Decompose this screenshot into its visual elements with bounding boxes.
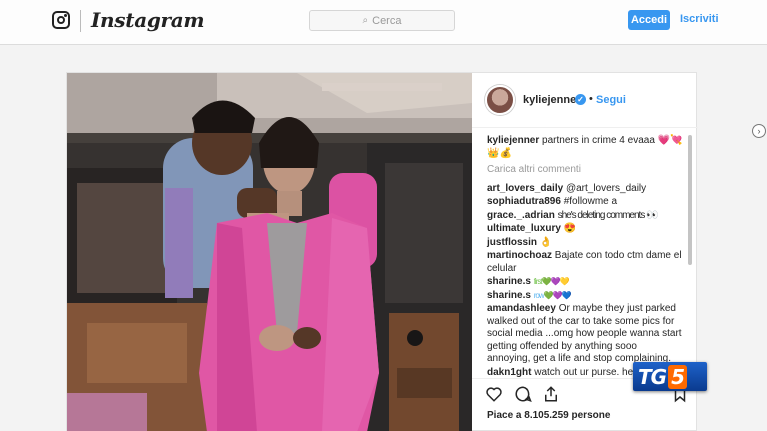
post-header: kyliejenner ✓ • Segui	[472, 73, 698, 128]
comments-scrollbar[interactable]	[687, 130, 693, 340]
comment-username[interactable]: grace._.adrian	[487, 210, 555, 221]
comment-text: 😍	[563, 223, 577, 234]
comment-item: amandashleey Or maybe they just parked w…	[487, 303, 683, 366]
chevron-right-icon[interactable]: ›	[752, 124, 766, 138]
verified-badge-icon: ✓	[575, 94, 586, 105]
comment-username[interactable]: ultimate_luxury	[487, 223, 561, 234]
post-card: kyliejenner ✓ • Segui kyliejenner partne…	[66, 72, 698, 431]
comment-item: ultimate_luxury 😍	[487, 223, 683, 236]
browser-viewport: Instagram ⌕ Cerca Accedi Iscriviti kylie…	[0, 0, 767, 431]
load-more-comments-link[interactable]: Carica altri commenti	[487, 164, 683, 177]
signup-link[interactable]: Iscriviti	[680, 13, 719, 25]
comment-text: @art_lovers_daily	[565, 182, 647, 194]
tg5-broadcast-logo: TG 5	[633, 362, 707, 391]
post-photo-illustration	[67, 73, 472, 431]
comments-list: kyliejenner partners in crime 4 evaaa 💗💘…	[487, 135, 683, 380]
comment-username[interactable]: martinochoaz	[487, 250, 552, 261]
comment-item: art_lovers_daily @art_lovers_daily	[487, 183, 683, 196]
comment-text: row💚💜💙	[533, 290, 572, 300]
logo-divider	[80, 10, 81, 32]
follow-button[interactable]: Segui	[596, 94, 626, 106]
search-icon: ⌕	[362, 14, 369, 26]
comment-username[interactable]: sharine.s	[487, 276, 531, 287]
comment-item: sharine.s first💚💜💛	[487, 276, 683, 289]
search-input[interactable]: ⌕ Cerca	[309, 10, 455, 31]
likes-count[interactable]: Piace a 8.105.259 persone	[487, 410, 610, 421]
comment-username[interactable]: justflossin	[487, 237, 537, 248]
instagram-logo-icon[interactable]	[52, 11, 70, 29]
comment-item: justflossin 👌	[487, 237, 683, 250]
instagram-wordmark[interactable]: Instagram	[91, 8, 205, 32]
tg5-logo-tg: TG	[638, 364, 667, 389]
comment-item: martinochoaz Bajate con todo ctm dame el…	[487, 250, 683, 275]
comment-icon[interactable]	[514, 385, 532, 403]
post-username[interactable]: kyliejenner	[523, 94, 580, 106]
comment-username[interactable]: sophiadutra896	[487, 196, 561, 207]
comment-text: she's deleting comments 👀	[557, 209, 659, 221]
share-icon[interactable]	[542, 385, 560, 403]
tg5-logo-text: TG 5	[638, 364, 687, 389]
search-placeholder: Cerca	[372, 14, 402, 27]
top-navbar: Instagram ⌕ Cerca Accedi Iscriviti	[0, 0, 767, 45]
avatar[interactable]	[485, 85, 515, 115]
separator-dot: •	[589, 93, 593, 105]
caption-username[interactable]: kyliejenner	[487, 135, 539, 146]
comment-item: grace._.adrian she's deleting comments 👀	[487, 210, 683, 223]
scrollbar-thumb[interactable]	[688, 135, 692, 265]
caption-text: partners in crime 4 evaaa	[542, 135, 655, 146]
comment-text: first💚💜💛	[533, 277, 570, 286]
login-button[interactable]: Accedi	[628, 10, 670, 30]
comment-text: 👌	[539, 236, 553, 248]
comment-item: sophiadutra896 #followme a	[487, 196, 683, 209]
comment-username[interactable]: amandashleey	[487, 303, 556, 314]
comment-text: #followme a	[563, 196, 618, 207]
post-caption: kyliejenner partners in crime 4 evaaa 💗💘…	[487, 135, 683, 160]
comment-username[interactable]: dakn1ght	[487, 367, 531, 378]
comment-username[interactable]: sharine.s	[487, 290, 531, 301]
heart-icon[interactable]	[485, 385, 503, 403]
comment-item: sharine.s row💚💜💙	[487, 290, 683, 303]
tg5-logo-five: 5	[668, 364, 687, 389]
post-photo[interactable]	[67, 73, 472, 431]
comment-username[interactable]: art_lovers_daily	[487, 183, 563, 194]
